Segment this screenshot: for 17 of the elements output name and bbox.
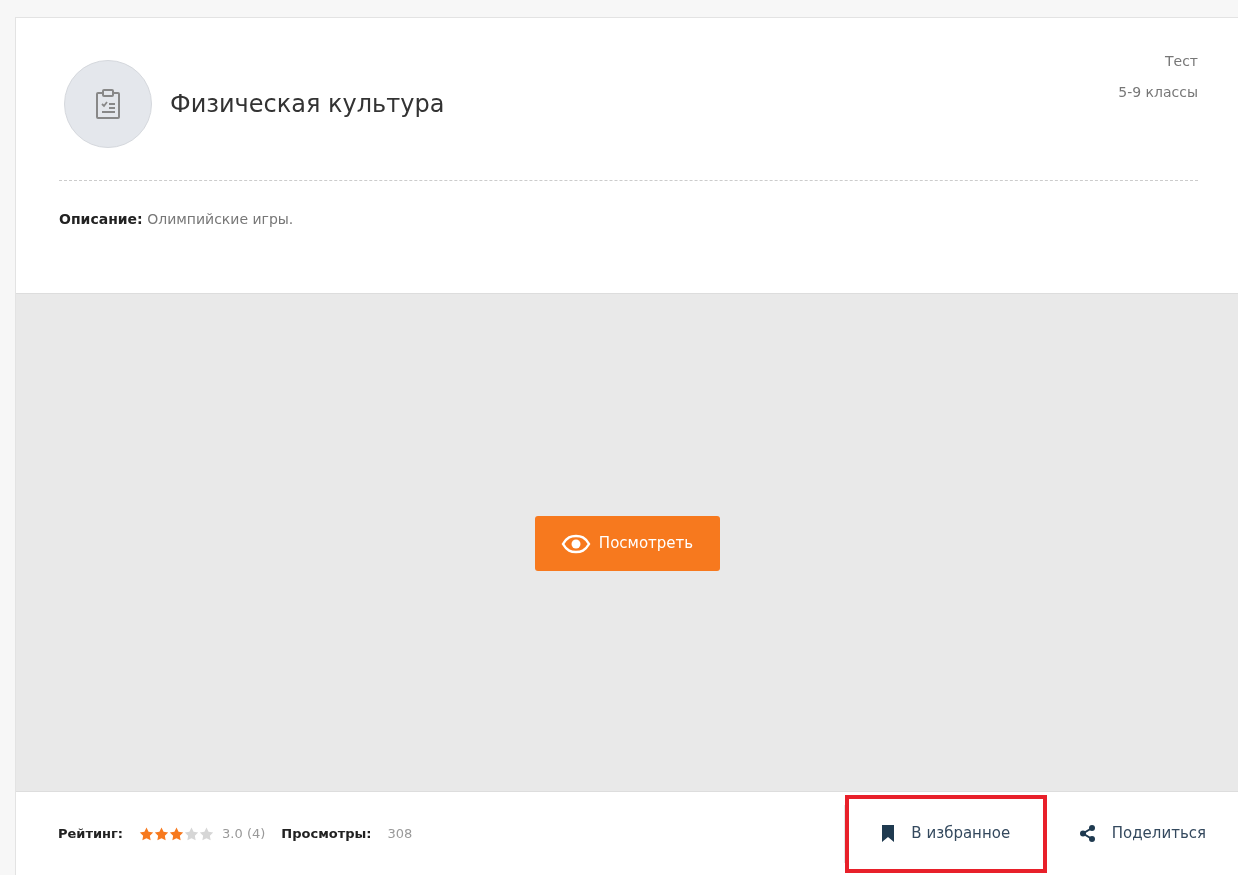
grade-range: 5-9 классы xyxy=(1118,83,1198,102)
rating-label: Рейтинг: xyxy=(58,824,124,843)
views-count: 308 xyxy=(387,824,413,843)
material-type: Тест xyxy=(1163,52,1198,71)
share-button[interactable]: Поделиться xyxy=(1046,794,1238,873)
material-title: Физическая культура xyxy=(170,89,445,120)
clipboard-icon xyxy=(95,89,121,119)
filled-star-icon xyxy=(154,826,170,841)
bookmark-icon xyxy=(881,825,896,842)
filled-star-icon xyxy=(139,826,155,841)
filled-star-icon xyxy=(169,826,185,841)
rating-value: 3.0 (4) xyxy=(222,824,266,843)
description-text: Описание: Олимпийские игры. xyxy=(59,210,295,229)
eye-icon xyxy=(560,533,591,554)
views-label: Просмотры: xyxy=(281,824,372,843)
bookmark-button[interactable]: В избранное xyxy=(844,794,1047,873)
share-icon xyxy=(1078,825,1096,842)
